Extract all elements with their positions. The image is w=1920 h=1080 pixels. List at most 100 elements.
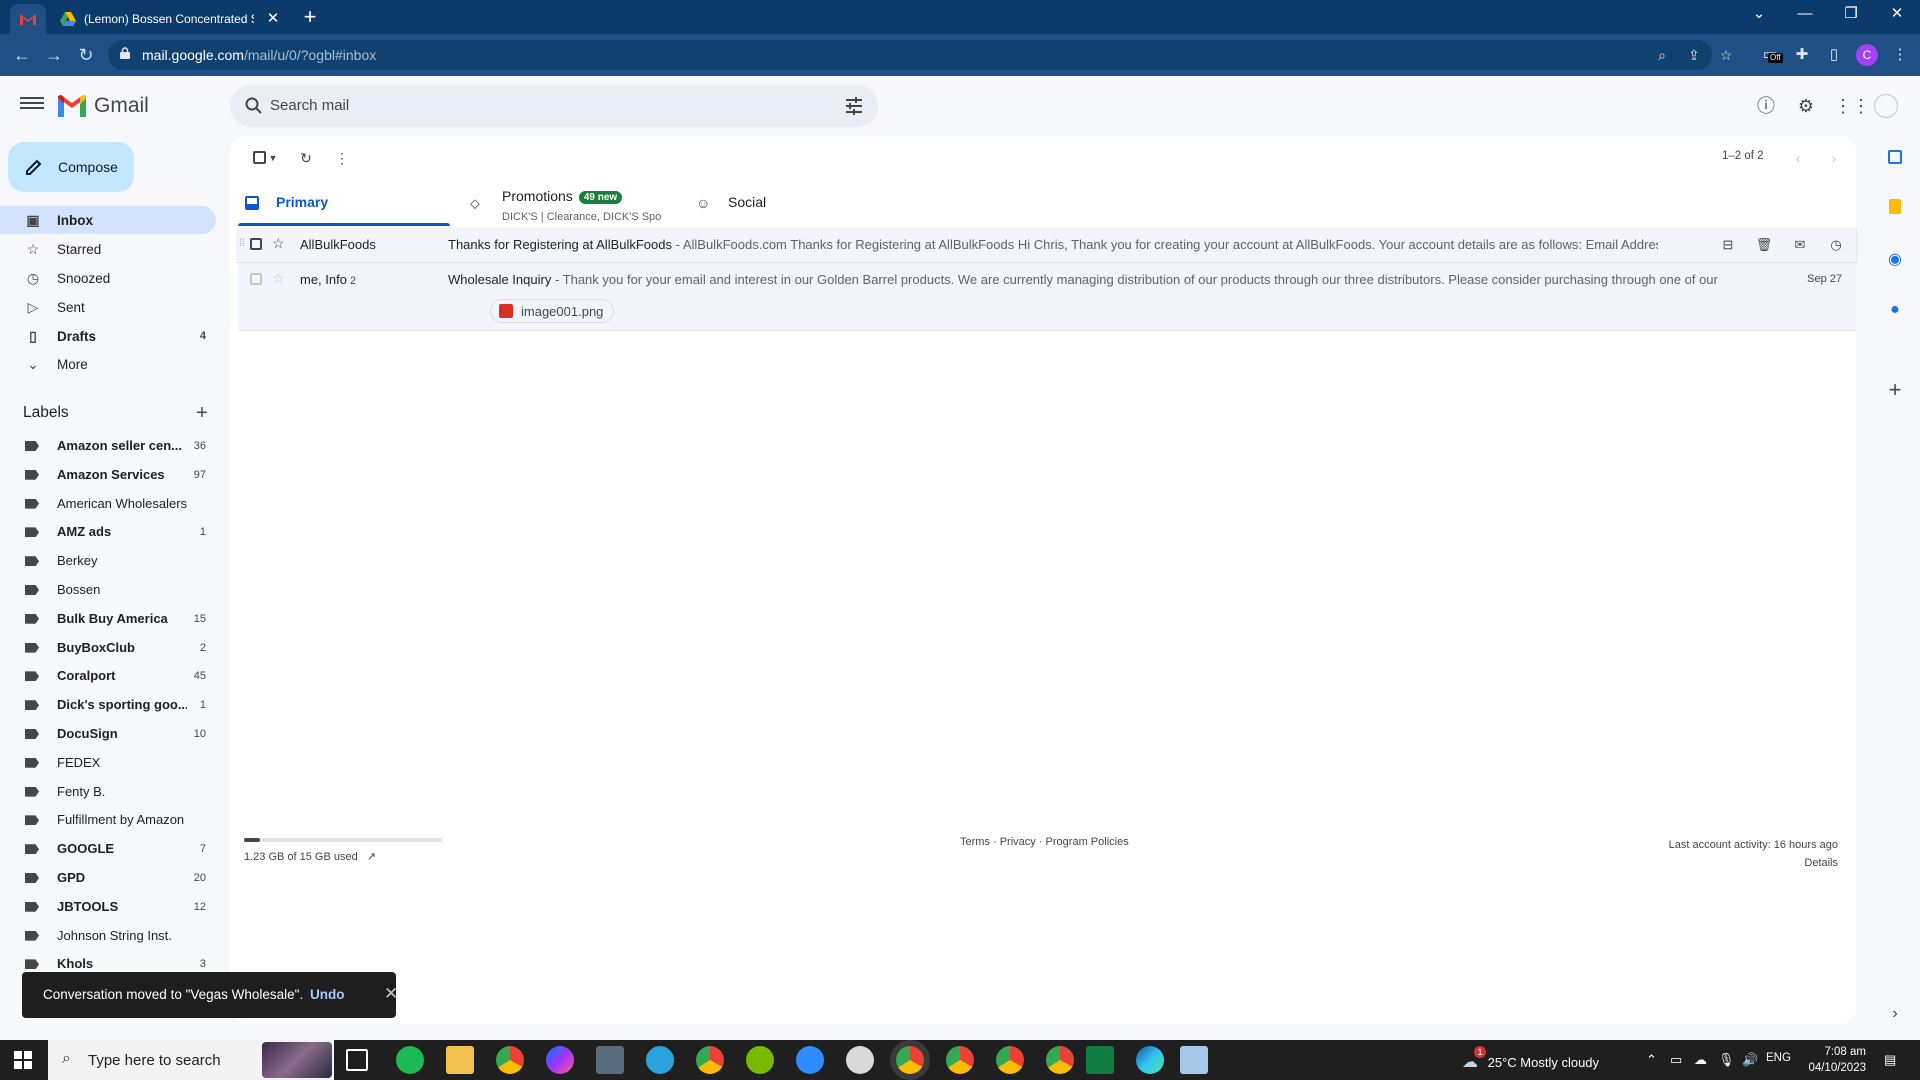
label-item[interactable]: GOOGLE 7 <box>0 835 216 863</box>
star-icon[interactable]: ☆ <box>272 270 285 287</box>
sidebar-item-more[interactable]: ⌄ More <box>0 350 216 378</box>
label-item[interactable]: GPD 20 <box>0 864 216 892</box>
chrome-profile-4-icon[interactable] <box>1046 1046 1074 1074</box>
close-window-button[interactable]: ✕ <box>1874 0 1920 30</box>
sidebar-item-drafts[interactable]: ▯ Drafts 4 <box>0 322 216 350</box>
chrome-profile-icon[interactable] <box>696 1046 724 1074</box>
search-icon[interactable] <box>244 96 264 116</box>
calculator-icon[interactable] <box>596 1046 624 1074</box>
tab-social[interactable]: ☺ Social <box>682 180 902 226</box>
label-item[interactable]: Dick's sporting goo... 1 <box>0 691 216 719</box>
extension-off-icon[interactable]: ▭Off <box>1758 43 1783 67</box>
label-item[interactable]: American Wholesalers <box>0 490 216 518</box>
close-icon[interactable]: ✕ <box>384 984 398 1004</box>
snooze-icon[interactable]: ◷ <box>1826 235 1846 255</box>
star-icon[interactable]: ☆ <box>272 235 285 252</box>
volume-icon[interactable]: 🔊 <box>1742 1052 1758 1068</box>
label-item[interactable]: Johnson String Inst. <box>0 922 216 950</box>
telegram-icon[interactable] <box>646 1046 674 1074</box>
extensions-puzzle-icon[interactable]: ✚ <box>1790 43 1814 67</box>
spotify-icon[interactable] <box>396 1046 424 1074</box>
label-item[interactable]: JBTOOLS 12 <box>0 893 216 921</box>
paint-icon[interactable] <box>846 1046 874 1074</box>
drag-handle-icon[interactable]: ⁞⁞ <box>239 238 245 249</box>
profile-avatar[interactable]: C <box>1856 44 1878 66</box>
label-item[interactable]: Bossen <box>0 576 216 604</box>
tab-search-icon[interactable]: ⌄ <box>1736 0 1782 30</box>
close-tab-icon[interactable]: ✕ <box>264 10 282 28</box>
label-item[interactable]: AMZ ads 1 <box>0 518 216 546</box>
older-page-icon[interactable]: › <box>1824 148 1844 168</box>
newer-page-icon[interactable]: ‹ <box>1788 148 1808 168</box>
compose-button[interactable]: Compose <box>8 142 134 192</box>
account-avatar[interactable] <box>1874 94 1898 118</box>
calendar-icon[interactable] <box>1883 148 1907 172</box>
search-input[interactable]: Search mail <box>270 97 349 114</box>
settings-gear-icon[interactable]: ⚙ <box>1794 94 1818 118</box>
label-item[interactable]: Berkey <box>0 547 216 575</box>
keep-icon[interactable] <box>1883 198 1907 222</box>
open-in-new-icon[interactable]: ↗ <box>367 851 376 863</box>
tab-primary[interactable]: Primary <box>230 180 450 226</box>
attachment-chip[interactable]: image001.png <box>490 299 615 323</box>
forward-icon[interactable]: → <box>40 41 68 69</box>
table-row[interactable]: ☆ me, Info 2 Wholesale Inquiry - Thank yo… <box>238 263 1856 331</box>
browser-menu-icon[interactable]: ⋮ <box>1888 43 1912 67</box>
undo-button[interactable]: Undo <box>310 987 345 1002</box>
table-row[interactable]: ⁞⁞ ☆ AllBulkFoods Thanks for Registering… <box>238 228 1856 263</box>
minimize-button[interactable]: — <box>1782 0 1828 30</box>
tasks-icon[interactable]: ◉ <box>1883 248 1907 272</box>
chrome-profile-3-icon[interactable] <box>996 1046 1024 1074</box>
chrome-profile-2-icon[interactable] <box>946 1046 974 1074</box>
more-options-icon[interactable]: ⋮ <box>332 148 352 168</box>
main-menu-icon[interactable] <box>20 94 44 112</box>
edge-icon[interactable] <box>1136 1046 1164 1074</box>
file-explorer-icon[interactable] <box>446 1046 474 1074</box>
chrome-icon[interactable] <box>496 1046 524 1074</box>
share-icon[interactable]: ⇪ <box>1684 46 1704 64</box>
tab-promotions[interactable]: ⬦ Promotions 49 new DICK'S | Clearance, D… <box>456 180 676 226</box>
label-item[interactable]: Bulk Buy America 15 <box>0 605 216 633</box>
search-options-icon[interactable] <box>844 97 864 115</box>
excel-icon[interactable] <box>1086 1046 1114 1074</box>
help-icon[interactable]: ⓘ <box>1754 94 1778 118</box>
footer-links[interactable]: Terms · Privacy · Program Policies <box>960 836 1129 848</box>
row-checkbox[interactable] <box>250 238 262 250</box>
sidebar-item-sent[interactable]: ▷ Sent <box>0 293 216 321</box>
back-icon[interactable]: ← <box>8 41 36 69</box>
new-tab-button[interactable]: + <box>296 4 324 32</box>
search-bar[interactable]: Search mail <box>230 85 878 127</box>
onedrive-icon[interactable]: ☁ <box>1694 1052 1707 1068</box>
delete-icon[interactable]: 🗑 <box>1754 235 1774 255</box>
zoom-icon[interactable]: ⌕ <box>1652 46 1672 64</box>
windows-start-icon[interactable] <box>14 1051 32 1069</box>
restore-button[interactable]: ❐ <box>1828 0 1874 30</box>
reload-icon[interactable]: ↻ <box>72 41 100 69</box>
details-link[interactable]: Details <box>1669 854 1838 872</box>
sidebar-item-starred[interactable]: ☆ Starred <box>0 235 216 263</box>
row-checkbox[interactable] <box>250 273 262 285</box>
taskbar-clock[interactable]: 7:08 am 04/10/2023 <box>1790 1044 1866 1076</box>
microphone-icon[interactable]: 🎙 <box>1718 1052 1735 1068</box>
label-item[interactable]: DocuSign 10 <box>0 720 216 748</box>
weather-widget[interactable]: ☁ 1 25°C Mostly cloudy <box>1462 1046 1599 1072</box>
sidebar-item-inbox[interactable]: ▣ Inbox <box>0 206 216 234</box>
address-bar[interactable]: mail.google.com/mail/u/0/?ogbl#inbox ⌕ ⇪… <box>108 40 1732 70</box>
taskbar-search[interactable]: ⌕ Type here to search <box>48 1040 334 1080</box>
select-all-checkbox[interactable]: ▼ <box>248 148 282 168</box>
notepad-icon[interactable] <box>1180 1046 1208 1074</box>
zoom-app-icon[interactable] <box>796 1046 824 1074</box>
gmail-logo-icon[interactable] <box>58 95 86 117</box>
label-item[interactable]: FEDEX <box>0 749 216 777</box>
contacts-icon[interactable]: ● <box>1883 298 1907 322</box>
label-item[interactable]: Coralport 45 <box>0 662 216 690</box>
archive-icon[interactable]: ⊟ <box>1718 235 1738 255</box>
label-item[interactable]: Amazon seller cen... 36 <box>0 432 216 460</box>
notifications-icon[interactable]: ▤ <box>1884 1052 1896 1068</box>
expand-panel-icon[interactable]: › <box>1883 1002 1907 1026</box>
task-view-icon[interactable] <box>346 1049 368 1071</box>
chrome-active-icon[interactable] <box>896 1046 924 1074</box>
mark-unread-icon[interactable]: ✉ <box>1790 235 1810 255</box>
sidebar-item-snoozed[interactable]: ◷ Snoozed <box>0 264 216 292</box>
side-panel-icon[interactable]: ▯ <box>1822 43 1846 67</box>
